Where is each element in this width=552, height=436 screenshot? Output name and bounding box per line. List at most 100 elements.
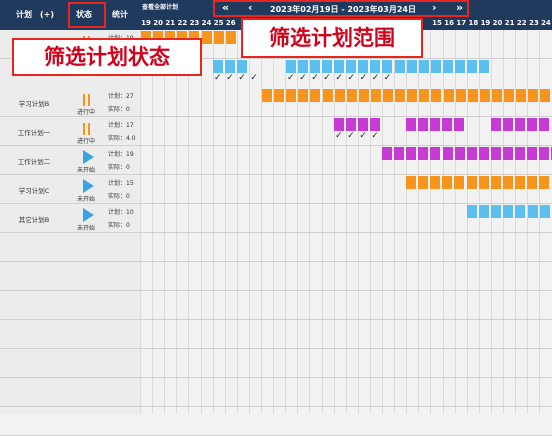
gantt-bar-cell[interactable] bbox=[516, 89, 527, 102]
gantt-bar-cell[interactable] bbox=[491, 205, 502, 218]
gantt-bar-cell[interactable] bbox=[454, 118, 465, 131]
gantt-bar-cell[interactable] bbox=[213, 60, 224, 73]
gantt-bar-cell[interactable] bbox=[430, 118, 441, 131]
gantt-bar-cell[interactable] bbox=[358, 89, 369, 102]
gantt-bar-cell[interactable] bbox=[515, 205, 526, 218]
gantt-bar-cell[interactable] bbox=[503, 205, 514, 218]
gantt-bar-cell[interactable] bbox=[394, 60, 405, 73]
gantt-bar-cell[interactable] bbox=[370, 118, 381, 131]
gantt-bar-cell[interactable] bbox=[503, 147, 514, 160]
gantt-bar-cell[interactable] bbox=[406, 118, 417, 131]
gantt-bar-cell[interactable] bbox=[406, 176, 417, 189]
gantt-bar-cell[interactable] bbox=[225, 60, 236, 73]
gantt-bar-cell[interactable] bbox=[370, 60, 381, 73]
gantt-bar-cell[interactable] bbox=[358, 118, 369, 131]
plan-name[interactable]: 工作计划二 bbox=[0, 156, 68, 166]
gantt-bar-cell[interactable] bbox=[310, 89, 321, 102]
view-all-plans-link[interactable]: 查看全部计划 bbox=[142, 2, 178, 11]
gantt-bar-cell[interactable] bbox=[504, 89, 515, 102]
gantt-bar-cell[interactable] bbox=[514, 176, 525, 189]
gantt-bar-cell[interactable] bbox=[539, 147, 550, 160]
gantt-bar-cell[interactable] bbox=[430, 60, 441, 73]
gantt-bar-cell[interactable] bbox=[527, 147, 538, 160]
plan-name[interactable]: 其它计划B bbox=[0, 214, 68, 224]
gantt-bar-cell[interactable] bbox=[540, 89, 551, 102]
gantt-bar-cell[interactable] bbox=[455, 60, 466, 73]
gantt-bar-cell[interactable] bbox=[274, 89, 285, 102]
gantt-bar-cell[interactable] bbox=[395, 89, 406, 102]
gantt-bar-cell[interactable] bbox=[515, 118, 526, 131]
gantt-bar-cell[interactable] bbox=[382, 147, 393, 160]
gantt-bar-cell[interactable] bbox=[358, 60, 369, 73]
gantt-bar-cell[interactable] bbox=[491, 89, 502, 102]
gantt-bar-cell[interactable] bbox=[262, 89, 273, 102]
gantt-bar-cell[interactable] bbox=[383, 89, 394, 102]
gantt-bar-cell[interactable] bbox=[334, 89, 345, 102]
gantt-bar-cell[interactable] bbox=[491, 118, 502, 131]
gantt-bar-cell[interactable] bbox=[490, 147, 501, 160]
plan-name[interactable]: 学习计划C bbox=[0, 185, 68, 195]
plan-name[interactable]: 工作计划一 bbox=[0, 127, 68, 137]
gantt-bar-cell[interactable] bbox=[346, 89, 357, 102]
gantt-bar-cell[interactable] bbox=[321, 60, 332, 73]
gantt-bar-cell[interactable] bbox=[442, 118, 453, 131]
gantt-bar-cell[interactable] bbox=[490, 176, 501, 189]
gantt-bar-cell[interactable] bbox=[527, 118, 538, 131]
gantt-bar-cell[interactable] bbox=[394, 147, 405, 160]
gantt-bar-cell[interactable] bbox=[346, 60, 357, 73]
gantt-bar-cell[interactable] bbox=[297, 60, 308, 73]
gantt-bar-cell[interactable] bbox=[528, 89, 539, 102]
gantt-bar-cell[interactable] bbox=[430, 176, 441, 189]
gantt-bar-cell[interactable] bbox=[370, 89, 381, 102]
add-plan-button[interactable]: (+) bbox=[40, 0, 54, 30]
gantt-bar-cell[interactable] bbox=[455, 89, 466, 102]
gantt-bar-cell[interactable] bbox=[467, 89, 478, 102]
gantt-bar-cell[interactable] bbox=[285, 60, 296, 73]
gantt-bar-cell[interactable] bbox=[334, 60, 345, 73]
gantt-bar-cell[interactable] bbox=[466, 176, 477, 189]
gantt-bar-cell[interactable] bbox=[406, 147, 417, 160]
gantt-bar-cell[interactable] bbox=[298, 89, 309, 102]
gantt-bar-cell[interactable] bbox=[419, 89, 430, 102]
gantt-bar-cell[interactable] bbox=[309, 60, 320, 73]
gantt-bar-cell[interactable] bbox=[443, 89, 454, 102]
gantt-bar-cell[interactable] bbox=[431, 89, 442, 102]
gantt-bar-cell[interactable] bbox=[454, 176, 465, 189]
gantt-bar-cell[interactable] bbox=[382, 60, 393, 73]
gantt-bar-cell[interactable] bbox=[503, 118, 514, 131]
gantt-bar-cell[interactable] bbox=[346, 118, 357, 131]
gantt-bar-cell[interactable] bbox=[467, 205, 478, 218]
gantt-bar-cell[interactable] bbox=[406, 60, 417, 73]
gantt-bar-cell[interactable] bbox=[322, 89, 333, 102]
gantt-bar-cell[interactable] bbox=[527, 176, 538, 189]
plan-name[interactable]: 学习计划B bbox=[0, 98, 68, 108]
gantt-bar-cell[interactable] bbox=[201, 31, 212, 44]
gantt-bar-cell[interactable] bbox=[442, 176, 453, 189]
gantt-bar-cell[interactable] bbox=[442, 60, 453, 73]
gantt-bar-cell[interactable] bbox=[527, 205, 538, 218]
gantt-bar-cell[interactable] bbox=[478, 147, 489, 160]
gantt-bar-cell[interactable] bbox=[418, 176, 429, 189]
gantt-bar-cell[interactable] bbox=[539, 176, 550, 189]
gantt-bar-cell[interactable] bbox=[454, 147, 465, 160]
gantt-bar-cell[interactable] bbox=[442, 147, 453, 160]
gantt-bar-cell[interactable] bbox=[467, 60, 478, 73]
gantt-bar-cell[interactable] bbox=[213, 31, 224, 44]
gantt-bar-cell[interactable] bbox=[334, 118, 345, 131]
gantt-bar-cell[interactable] bbox=[539, 118, 550, 131]
gantt-bar-cell[interactable] bbox=[430, 147, 441, 160]
gantt-bar-cell[interactable] bbox=[479, 60, 490, 73]
gantt-bar-cell[interactable] bbox=[418, 147, 429, 160]
gantt-bar-cell[interactable] bbox=[237, 60, 248, 73]
gantt-bar-cell[interactable] bbox=[418, 60, 429, 73]
gantt-bar-cell[interactable] bbox=[478, 176, 489, 189]
gantt-bar-cell[interactable] bbox=[418, 118, 429, 131]
gantt-bar-cell[interactable] bbox=[225, 31, 236, 44]
gantt-bar-cell[interactable] bbox=[466, 147, 477, 160]
gantt-bar-cell[interactable] bbox=[515, 147, 526, 160]
gantt-bar-cell[interactable] bbox=[479, 89, 490, 102]
gantt-bar-cell[interactable] bbox=[286, 89, 297, 102]
gantt-bar-cell[interactable] bbox=[407, 89, 418, 102]
gantt-bar-cell[interactable] bbox=[539, 205, 550, 218]
gantt-bar-cell[interactable] bbox=[479, 205, 490, 218]
